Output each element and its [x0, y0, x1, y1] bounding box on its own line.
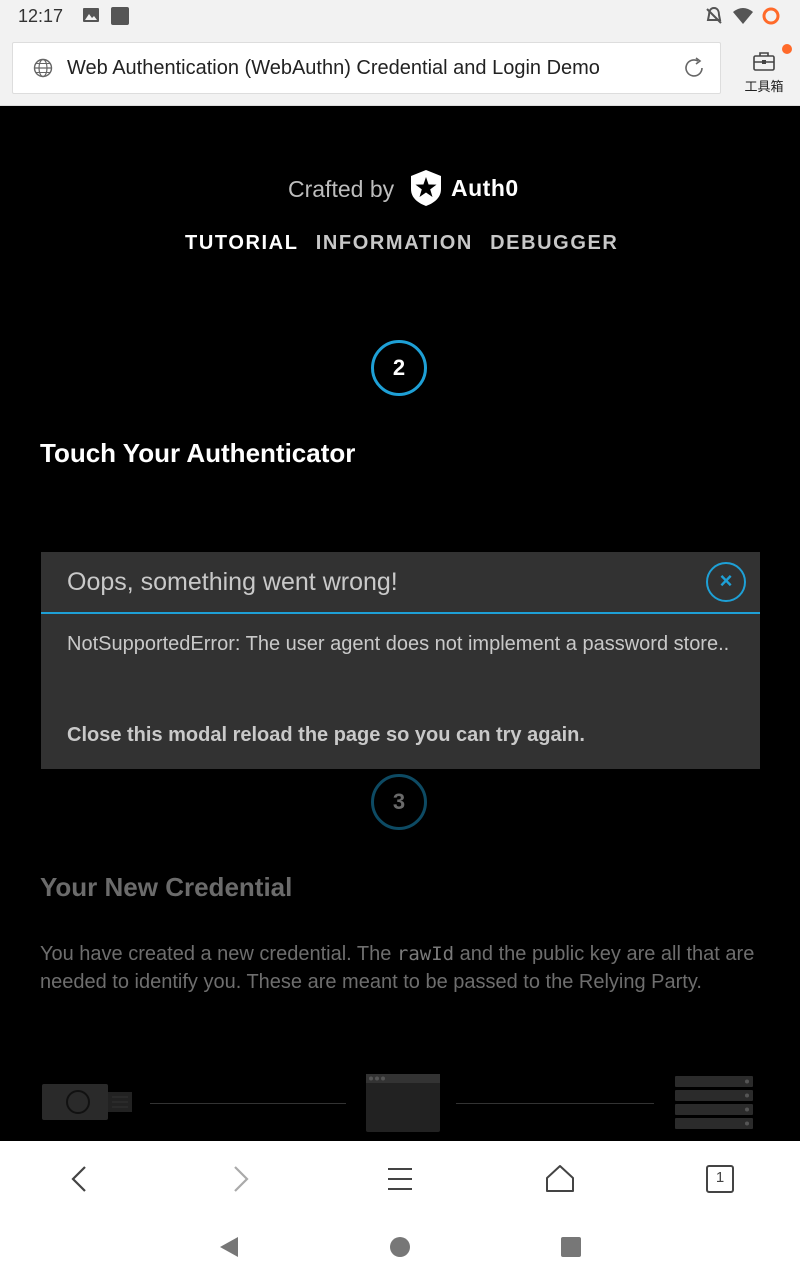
desc-text-1: You have created a new credential. The: [40, 943, 397, 965]
toolbox-button[interactable]: 工具箱: [738, 42, 794, 98]
home-icon[interactable]: [540, 1159, 580, 1199]
web-page: Crafted by Auth0 TUTORIAL INFORMATION DE…: [0, 106, 800, 1141]
notification-dot: [782, 44, 792, 54]
reload-icon[interactable]: [681, 55, 707, 86]
desc-code-rawid: rawId: [396, 943, 455, 965]
system-nav-bar: [0, 1217, 800, 1280]
system-back-icon[interactable]: [218, 1235, 240, 1264]
step-3-title: Your New Credential: [40, 872, 293, 902]
step-2-badge: 2: [371, 340, 427, 396]
credential-description: You have created a new credential. The r…: [40, 940, 770, 996]
image-notification-icon: [82, 6, 100, 29]
tab-debugger[interactable]: DEBUGGER: [490, 232, 618, 255]
browser-status-icon: [761, 6, 781, 31]
connector-line: [150, 1103, 346, 1104]
tab-count: 1: [715, 1169, 725, 1186]
error-message: NotSupportedError: The user agent does n…: [67, 633, 730, 655]
menu-icon[interactable]: [380, 1159, 420, 1199]
system-recents-icon[interactable]: [560, 1235, 582, 1264]
crafted-by-text: Crafted by: [288, 176, 395, 202]
globe-icon: [33, 58, 53, 83]
brand-name: Auth0: [451, 175, 519, 201]
nav-tabs: TUTORIAL INFORMATION DEBUGGER: [185, 232, 628, 255]
toolbox-label: 工具箱: [744, 79, 784, 94]
modal-hint: Close this modal reload the page so you …: [67, 724, 585, 746]
status-time: 12:17: [18, 6, 64, 26]
server-icon: [675, 1076, 755, 1137]
page-title: Web Authentication (WebAuthn) Credential…: [67, 57, 600, 79]
tab-information[interactable]: INFORMATION: [316, 232, 473, 255]
mute-icon: [704, 6, 724, 31]
forward-icon[interactable]: [220, 1159, 260, 1199]
authenticator-device-icon: [42, 1082, 134, 1127]
back-icon[interactable]: [60, 1159, 100, 1199]
app-notification-icon: [110, 6, 130, 31]
modal-header: Oops, something went wrong! ×: [41, 552, 760, 614]
wifi-icon: [732, 6, 754, 31]
address-bar[interactable]: Web Authentication (WebAuthn) Credential…: [12, 42, 721, 94]
close-icon[interactable]: ×: [706, 562, 746, 602]
tab-tutorial[interactable]: TUTORIAL: [185, 232, 299, 255]
status-bar: 12:17: [0, 0, 800, 32]
browser-window-icon: [366, 1074, 440, 1137]
auth0-logo-icon[interactable]: [408, 169, 444, 212]
error-modal: Oops, something went wrong! × NotSupport…: [41, 552, 760, 769]
browser-bottom-nav: 1: [0, 1141, 800, 1217]
step-2-title: Touch Your Authenticator: [40, 438, 356, 468]
modal-title: Oops, something went wrong!: [67, 568, 398, 596]
system-home-icon[interactable]: [389, 1235, 411, 1264]
browser-toolbar: Web Authentication (WebAuthn) Credential…: [0, 32, 800, 106]
toolbox-icon: [752, 50, 776, 77]
tabs-button[interactable]: 1: [700, 1159, 740, 1199]
step-3-badge: 3: [371, 774, 427, 830]
connector-line: [456, 1103, 654, 1104]
